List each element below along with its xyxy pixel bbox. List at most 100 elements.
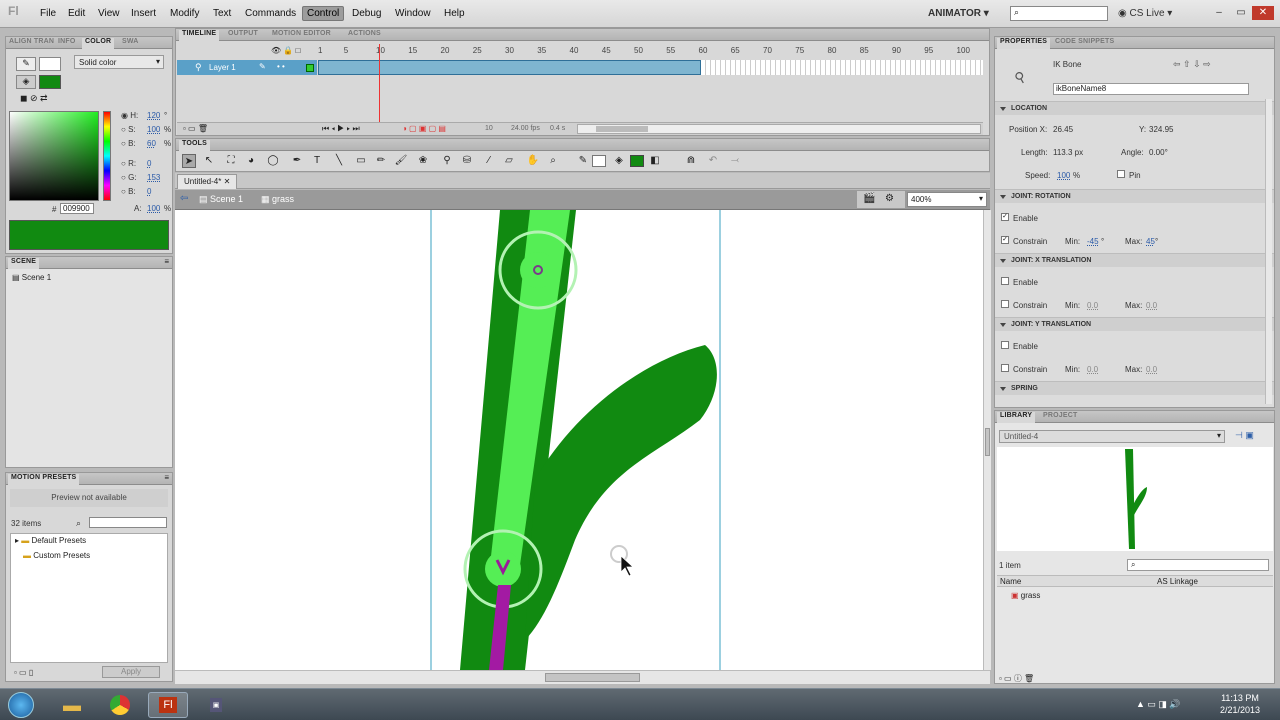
onion-skin-icon[interactable]: ◑ ▢ ▣ ▢ ▤ <box>402 124 446 133</box>
free-transform-icon[interactable]: ⛶ <box>224 154 238 168</box>
bone-name-input[interactable]: ikBoneName8 <box>1053 83 1249 95</box>
y-translation-enable-checkbox[interactable] <box>1001 341 1009 349</box>
alpha-value[interactable]: 100 <box>147 204 160 213</box>
tab-properties[interactable]: PROPERTIES <box>997 38 1051 49</box>
zoom-tool-icon[interactable]: ⌕ <box>546 154 560 168</box>
section-spring[interactable]: SPRING <box>995 381 1274 395</box>
library-footer-icons[interactable]: ▫ ▭ ⓘ 🗑 <box>999 673 1034 684</box>
screen-recorder-taskbar-icon[interactable]: ▣ <box>196 692 236 718</box>
eye-icon[interactable]: 👁 <box>271 46 281 55</box>
tab-code-snippets[interactable]: CODE SNIPPETS <box>1055 38 1114 45</box>
rotation-min-value[interactable]: -45 <box>1087 237 1099 246</box>
library-document-select[interactable]: Untitled-4 ▾ <box>999 430 1225 443</box>
chrome-taskbar-icon[interactable] <box>100 692 140 718</box>
rotation-max-value[interactable]: 45 <box>1146 237 1155 246</box>
speed-value[interactable]: 100 <box>1057 171 1070 180</box>
stroke-swatch[interactable] <box>592 155 606 167</box>
y-translation-min-value[interactable]: 0.0 <box>1087 365 1098 374</box>
tab-align-transform[interactable]: ALIGN TRAN <box>9 38 54 45</box>
paint-bucket-icon[interactable]: ⛁ <box>460 154 474 168</box>
x-translation-enable-checkbox[interactable] <box>1001 277 1009 285</box>
deco-tool-icon[interactable]: ❀ <box>416 154 430 168</box>
tab-actions[interactable]: ACTIONS <box>348 30 381 37</box>
current-frame-value[interactable]: 10 <box>485 125 493 132</box>
y-translation-constrain-checkbox[interactable] <box>1001 364 1009 372</box>
start-button[interactable] <box>2 692 40 718</box>
new-preset-icon[interactable]: ▫ ▭ ▯ <box>14 668 33 677</box>
section-location[interactable]: LOCATION <box>995 101 1274 115</box>
column-as-linkage[interactable]: AS Linkage <box>1157 577 1198 586</box>
cs-live-button[interactable]: ◉ CS Live ▾ <box>1118 8 1172 19</box>
color-type-select[interactable]: Solid color ▾ <box>74 55 164 69</box>
hand-tool-icon[interactable]: ✋ <box>526 154 540 168</box>
menu-debug[interactable]: Debug <box>352 8 381 19</box>
scrollbar-thumb[interactable] <box>545 673 640 682</box>
swap-colors-icon[interactable]: ◼ ⊘ ⇄ <box>20 93 48 104</box>
outline-icon[interactable]: □ <box>296 46 301 55</box>
y-translation-max-value[interactable]: 0.0 <box>1146 365 1157 374</box>
rotation-constrain-checkbox[interactable]: ✓ <box>1001 236 1009 244</box>
system-clock[interactable]: 11:13 PM 2/21/2013 <box>1212 693 1268 715</box>
fill-swatch[interactable] <box>630 155 644 167</box>
tab-library[interactable]: LIBRARY <box>997 412 1036 423</box>
explorer-taskbar-icon[interactable]: ▬ <box>52 692 92 718</box>
panel-menu-icon[interactable]: ≡ <box>164 257 169 266</box>
menu-commands[interactable]: Commands <box>245 8 296 19</box>
x-translation-min-value[interactable]: 0.0 <box>1087 301 1098 310</box>
red-value[interactable]: 0 <box>147 159 151 168</box>
x-translation-max-value[interactable]: 0.0 <box>1146 301 1157 310</box>
snap-icon[interactable]: ⋒ <box>684 154 698 168</box>
lasso-icon[interactable]: ◯ <box>266 154 280 168</box>
pin-library-icon[interactable]: ⊣ ▣ <box>1235 430 1254 441</box>
tab-project[interactable]: PROJECT <box>1043 412 1077 419</box>
blue-value[interactable]: 0 <box>147 187 151 196</box>
preset-folder-default[interactable]: ▸ ▬ Default Presets <box>15 536 86 545</box>
stage-artwork[interactable] <box>175 210 983 670</box>
x-translation-constrain-checkbox[interactable] <box>1001 300 1009 308</box>
workspace-switcher[interactable]: ANIMATOR ▾ <box>928 8 989 19</box>
minimize-icon[interactable]: – <box>1208 6 1230 20</box>
menu-window[interactable]: Window <box>395 8 431 19</box>
menu-modify[interactable]: Modify <box>170 8 199 19</box>
pen-tool-icon[interactable]: ✒ <box>290 154 304 168</box>
subselection-tool-icon[interactable]: ↖ <box>202 154 216 168</box>
smooth-icon[interactable]: ↶ <box>706 154 720 168</box>
menu-text[interactable]: Text <box>213 8 231 19</box>
close-tab-icon[interactable]: ✕ <box>224 177 231 186</box>
tab-color[interactable]: COLOR <box>82 38 115 49</box>
layer-color-icon[interactable] <box>306 64 314 72</box>
hue-value[interactable]: 120 <box>147 111 160 120</box>
stage-vertical-scrollbar[interactable] <box>983 210 991 670</box>
column-name[interactable]: Name <box>1000 577 1021 586</box>
rotation-enable-checkbox[interactable]: ✓ <box>1001 213 1009 221</box>
empty-frames[interactable] <box>701 60 983 75</box>
layer-visibility-dots[interactable]: • • <box>277 62 285 71</box>
library-item[interactable]: ▣ grass <box>1011 591 1040 600</box>
lock-icon[interactable]: 🔒 <box>283 46 293 55</box>
brush-tool-icon[interactable]: 🖌 <box>394 154 408 168</box>
tab-output[interactable]: OUTPUT <box>228 30 258 37</box>
line-tool-icon[interactable]: ╲ <box>332 154 346 168</box>
preset-search-input[interactable] <box>89 517 167 528</box>
section-joint-x-translation[interactable]: JOINT: X TRANSLATION <box>995 253 1274 267</box>
pencil-tool-icon[interactable]: ✏ <box>374 154 388 168</box>
scrollbar-thumb[interactable] <box>985 428 990 456</box>
text-tool-icon[interactable]: T <box>310 154 324 168</box>
color-picker-field[interactable] <box>9 111 99 201</box>
layer-row[interactable]: ⚲ Layer 1 ✎ • • <box>177 60 317 75</box>
preset-folder-custom[interactable]: ▬ Custom Presets <box>23 551 90 560</box>
menu-insert[interactable]: Insert <box>131 8 156 19</box>
menu-edit[interactable]: Edit <box>68 8 85 19</box>
panel-menu-icon[interactable]: ≡ <box>164 473 169 482</box>
tab-swatches[interactable]: SWA <box>122 38 139 45</box>
swap-colors-tool-icon[interactable]: ◧ <box>648 154 662 168</box>
stage[interactable] <box>175 210 983 670</box>
tray-icons[interactable]: ▲ ▭ ◨ 🔊 <box>1136 699 1181 710</box>
rectangle-tool-icon[interactable]: ▭ <box>354 154 368 168</box>
scene-list-item[interactable]: ▤ Scene 1 <box>12 273 51 282</box>
menu-control[interactable]: Control <box>302 6 345 21</box>
selection-tool-icon[interactable]: ➤ <box>182 154 196 168</box>
scrollbar-thumb[interactable] <box>596 126 648 132</box>
fill-color-icon[interactable]: ◈ <box>16 75 36 89</box>
saturation-value[interactable]: 100 <box>147 125 160 134</box>
